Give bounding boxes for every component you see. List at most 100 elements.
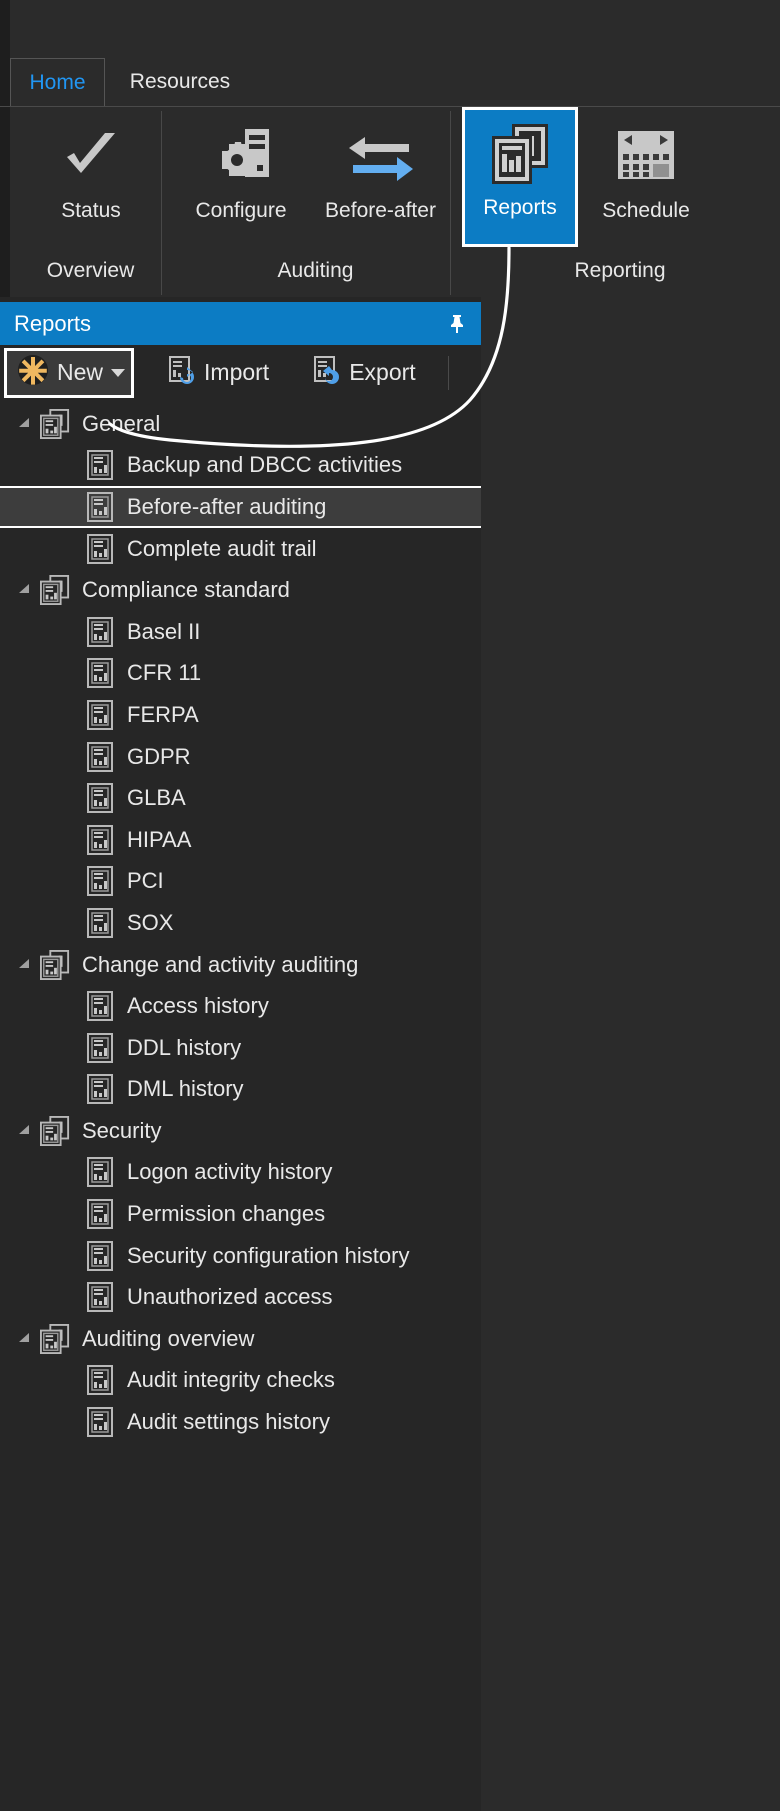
tree-item-row[interactable]: Audit settings history <box>0 1401 481 1443</box>
import-document-icon <box>166 355 196 390</box>
tree-item-row[interactable]: DML history <box>0 1069 481 1111</box>
tree-item-label: GDPR <box>127 743 191 769</box>
ribbon-button-reports[interactable]: Reports <box>462 107 578 247</box>
report-icon <box>85 491 115 522</box>
tree-group-row[interactable]: Compliance standard <box>0 569 481 611</box>
tree-item-label: Logon activity history <box>127 1159 333 1185</box>
tree-item-row[interactable]: Security configuration history <box>0 1235 481 1277</box>
pin-icon[interactable] <box>443 310 471 338</box>
report-icon <box>85 1240 115 1271</box>
tree-item-row[interactable]: SOX <box>0 902 481 944</box>
tree-item-row[interactable]: DDL history <box>0 1027 481 1069</box>
report-icon <box>85 1365 115 1396</box>
asterisk-burst-icon <box>17 354 49 391</box>
ribbon-button-before-after[interactable]: Before-after <box>308 113 453 247</box>
report-group-icon <box>40 575 70 606</box>
tree-item-row[interactable]: FERPA <box>0 694 481 736</box>
expander-collapse-icon[interactable] <box>14 954 36 976</box>
report-icon <box>85 824 115 855</box>
tree-item-row[interactable]: PCI <box>0 861 481 903</box>
reports-tree: General Backup and DBCC activities Before-… <box>0 403 481 1811</box>
ribbon-button-status[interactable]: Status <box>28 113 154 247</box>
ribbon-group-auditing-label: Auditing <box>277 259 354 282</box>
ribbon-button-status-label: Status <box>61 199 121 222</box>
report-icon <box>85 1074 115 1105</box>
tree-group-row[interactable]: Change and activity auditing <box>0 944 481 986</box>
ribbon-tab-bar: Home Resources <box>0 58 780 106</box>
gear-server-icon <box>205 121 277 193</box>
tab-home-label: Home <box>29 70 86 94</box>
tree-item-label: Security <box>82 1117 162 1143</box>
tree-group-row[interactable]: Security <box>0 1110 481 1152</box>
tree-item-row[interactable]: Complete audit trail <box>0 528 481 570</box>
tree-item-label: Complete audit trail <box>127 535 317 561</box>
report-icon <box>85 783 115 814</box>
tree-item-label: Audit settings history <box>127 1409 330 1435</box>
tree-item-label: General <box>82 410 161 436</box>
expander-collapse-icon[interactable] <box>14 1120 36 1142</box>
tree-item-label: FERPA <box>127 701 199 727</box>
tree-item-label: Backup and DBCC activities <box>127 452 403 478</box>
reports-panel-header: Reports <box>0 302 481 345</box>
tree-item-row[interactable]: Unauthorized access <box>0 1276 481 1318</box>
tree-item-row[interactable]: CFR 11 <box>0 653 481 695</box>
report-group-icon <box>40 949 70 980</box>
tree-group-row[interactable]: Auditing overview <box>0 1318 481 1360</box>
import-button-label: Import <box>204 359 270 385</box>
toolbar-separator <box>447 355 449 390</box>
ribbon-button-before-after-label: Before-after <box>325 199 436 222</box>
tab-resources[interactable]: Resources <box>105 58 255 106</box>
ribbon-button-configure-label: Configure <box>195 199 287 222</box>
tree-item-row[interactable]: Backup and DBCC activities <box>0 445 481 487</box>
tree-item-label: Audit integrity checks <box>127 1367 335 1393</box>
report-icon <box>85 699 115 730</box>
expander-collapse-icon[interactable] <box>14 413 36 435</box>
tree-item-label: Change and activity auditing <box>82 951 359 977</box>
tree-item-row[interactable]: Basel II <box>0 611 481 653</box>
report-icon <box>85 658 115 689</box>
tab-home[interactable]: Home <box>10 58 105 106</box>
report-group-icon <box>40 408 70 439</box>
report-icon <box>85 1407 115 1438</box>
report-icon <box>85 450 115 481</box>
two-arrows-icon <box>345 121 417 193</box>
chevron-down-icon[interactable] <box>111 368 126 377</box>
reports-toolbar: New Import Export <box>0 345 481 400</box>
new-report-button[interactable]: New <box>4 347 135 398</box>
tree-item-row[interactable]: Before-after auditing <box>0 486 481 528</box>
import-button[interactable]: Import <box>156 349 279 397</box>
tree-item-label: Auditing overview <box>82 1325 255 1351</box>
ribbon-buttons: Status Configure Before-after Reports Sc… <box>10 107 780 253</box>
tree-item-label: GLBA <box>127 785 186 811</box>
tree-item-row[interactable]: HIPAA <box>0 819 481 861</box>
tree-item-label: HIPAA <box>127 826 192 852</box>
workspace-background <box>481 297 780 1811</box>
tree-item-row[interactable]: GDPR <box>0 736 481 778</box>
ribbon: Status Configure Before-after Reports Sc… <box>0 106 780 298</box>
new-report-button-label: New <box>57 359 104 385</box>
tree-item-label: Permission changes <box>127 1201 326 1227</box>
tree-item-row[interactable]: Permission changes <box>0 1193 481 1235</box>
ribbon-button-configure[interactable]: Configure <box>178 113 304 247</box>
report-icon <box>85 1282 115 1313</box>
expander-collapse-icon[interactable] <box>14 579 36 601</box>
report-icon <box>85 907 115 938</box>
tree-item-row[interactable]: GLBA <box>0 777 481 819</box>
ribbon-button-schedule[interactable]: Schedule <box>580 113 712 247</box>
tree-item-row[interactable]: Audit integrity checks <box>0 1360 481 1402</box>
export-document-icon <box>311 355 341 390</box>
export-button[interactable]: Export <box>301 349 425 397</box>
tree-item-row[interactable]: Logon activity history <box>0 1152 481 1194</box>
tree-item-row[interactable]: Access history <box>0 985 481 1027</box>
expander-collapse-icon[interactable] <box>14 1328 36 1350</box>
ribbon-button-schedule-label: Schedule <box>602 199 690 222</box>
ribbon-gutter <box>0 107 10 298</box>
ribbon-group-reporting-label: Reporting <box>574 259 666 282</box>
report-icon <box>85 533 115 564</box>
report-icon <box>85 741 115 772</box>
report-icon <box>85 991 115 1022</box>
tree-item-label: Unauthorized access <box>127 1284 333 1310</box>
reports-panel: Reports New Import Export General Backup… <box>0 297 481 1811</box>
tree-group-row[interactable]: General <box>0 403 481 445</box>
title-strip-gutter <box>0 0 10 58</box>
